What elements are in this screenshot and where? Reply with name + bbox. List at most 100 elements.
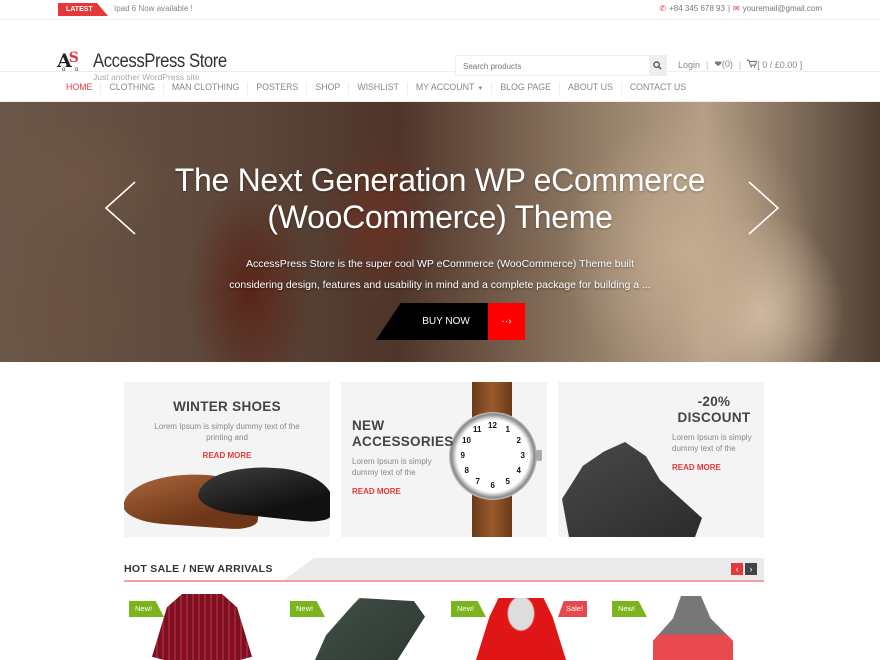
promo-banners: WINTER SHOES Lorem Ipsum is simply dummy… — [124, 382, 764, 537]
striped-blazer-image[interactable] — [152, 594, 252, 660]
read-more-link[interactable]: READ MORE — [124, 451, 330, 460]
email-icon: ✉ — [733, 4, 740, 13]
new-badge: New! — [612, 601, 647, 617]
slide-description-line: AccessPress Store is the super cool WP e… — [245, 258, 635, 270]
heading-bar — [284, 558, 764, 580]
separator: | — [738, 59, 742, 70]
nav-label: MY ACCOUNT — [415, 82, 475, 92]
new-badge: New! — [451, 601, 486, 617]
caret-down-icon: ▼ — [477, 86, 484, 92]
promo-title: NEW ACCESSORIES — [352, 418, 454, 450]
watch-numeral: 6 — [490, 481, 495, 490]
section-title: HOT SALE / NEW ARRIVALS — [124, 563, 273, 575]
nav-item-contact-us[interactable]: CONTACT US — [622, 82, 694, 95]
separator: | — [706, 59, 709, 70]
login-link[interactable]: Login — [678, 60, 700, 70]
nav-item-posters[interactable]: POSTERS — [248, 82, 308, 95]
site-title[interactable]: AccessPress Store — [93, 51, 227, 73]
sale-badge: Sale! — [558, 601, 587, 617]
new-badge: New! — [129, 601, 164, 617]
promo-text: Lorem Ipsum is simply dummy text of the … — [154, 422, 300, 442]
promo-title-line: ACCESSORIES — [352, 434, 454, 449]
watch-numeral: 3 — [520, 451, 525, 460]
contact-info: ✆ +84 345 678 93 | ✉ youremail@gmail.com — [659, 4, 822, 13]
nav-item-about-us[interactable]: ABOUT US — [560, 82, 622, 95]
watch-numeral: 12 — [488, 421, 497, 430]
latest-label: LATEST — [58, 3, 108, 16]
product-card[interactable]: New! — [285, 592, 435, 660]
read-more-link[interactable]: READ MORE — [672, 463, 764, 472]
hero-slider: The Next Generation WP eCommerce (WooCom… — [0, 102, 880, 362]
promo-title-line: NEW — [352, 418, 385, 433]
separator: | — [727, 4, 731, 13]
watch-numeral: 1 — [505, 425, 510, 435]
product-carousel: New! New! New! Sale! New! — [124, 592, 764, 660]
hot-sale-section-header: HOT SALE / NEW ARRIVALS ‹ › — [124, 558, 764, 582]
new-badge: New! — [290, 601, 325, 617]
watch-numeral: 8 — [464, 466, 469, 475]
watch-numeral: 5 — [505, 476, 510, 486]
watch-crown — [536, 450, 542, 461]
buy-now-label: BUY NOW — [376, 303, 488, 340]
watch-image: 12 1 2 3 4 5 6 7 8 9 10 11 — [449, 412, 537, 500]
nav-label: CONTACT US — [629, 82, 687, 92]
promo-text: Lorem Ipsum is simply dummy text of the — [672, 433, 752, 453]
top-bar: LATEST Ipad 6 Now available ! ✆ +84 345 … — [0, 0, 880, 20]
nav-item-shop[interactable]: SHOP — [307, 82, 350, 95]
denim-jeans-image[interactable] — [315, 598, 425, 660]
nav-label: WISHLIST — [357, 82, 399, 92]
user-links: Login | ❤(0) | [ 0 / £0.00 ] — [678, 59, 802, 70]
promo-text: Lorem Ipsum is simply dummy text of the — [352, 457, 432, 477]
product-card[interactable]: New! Sale! — [446, 592, 596, 660]
nav-label: ABOUT US — [568, 82, 613, 92]
nav-label: POSTERS — [256, 82, 299, 92]
slider-next-arrow-icon[interactable] — [746, 180, 780, 236]
promo-title-line: DISCOUNT — [677, 410, 751, 425]
nav-item-my-account[interactable]: MY ACCOUNT ▼ — [408, 82, 493, 95]
promo-card-winter-shoes[interactable]: WINTER SHOES Lorem Ipsum is simply dummy… — [124, 382, 330, 537]
slide-description: AccessPress Store is the super cool WP e… — [0, 254, 880, 296]
nav-label: BLOG PAGE — [500, 82, 551, 92]
heart-icon: ❤ — [714, 59, 722, 69]
news-ticker-link[interactable]: Ipad 6 Now available ! — [114, 4, 193, 13]
email-link[interactable]: youremail@gmail.com — [743, 4, 822, 13]
nav-item-home[interactable]: HOME — [58, 82, 102, 95]
cart-link[interactable]: [ 0 / £0.00 ] — [747, 59, 802, 70]
nav-label: HOME — [66, 82, 93, 92]
nav-label: CLOTHING — [109, 82, 155, 92]
watch-numeral: 4 — [516, 466, 521, 475]
promo-title: -20% DISCOUNT — [672, 394, 756, 426]
watch-numeral: 11 — [473, 425, 482, 435]
cart-summary: [ 0 / £0.00 ] — [757, 60, 803, 70]
slide-description-line: considering design, features and usabili… — [229, 279, 651, 291]
red-hoodie-image[interactable] — [476, 598, 566, 660]
product-card[interactable]: New! — [607, 592, 757, 660]
nav-item-man-clothing[interactable]: MAN CLOTHING — [164, 82, 249, 95]
promo-title: WINTER SHOES — [173, 399, 281, 414]
wishlist-count: (0) — [721, 59, 733, 69]
nav-item-wishlist[interactable]: WISHLIST — [349, 82, 408, 95]
watch-strap — [472, 494, 512, 537]
promo-card-new-accessories[interactable]: 12 1 2 3 4 5 6 7 8 9 10 11 NEW ACCESSORIES Lorem Ip… — [341, 382, 547, 537]
promo-card-discount[interactable]: -20% DISCOUNT Lorem Ipsum is simply dumm… — [558, 382, 764, 537]
watch-numeral: 9 — [460, 451, 465, 460]
phone-number: +84 345 678 93 — [669, 4, 725, 13]
carousel-prev-button[interactable]: ‹ — [731, 563, 743, 575]
grey-hoodie-image[interactable] — [653, 596, 733, 660]
search-icon — [653, 61, 662, 70]
watch-numeral: 10 — [462, 436, 471, 445]
nav-item-blog-page[interactable]: BLOG PAGE — [492, 82, 560, 95]
watch-numeral: 7 — [475, 476, 480, 486]
slider-prev-arrow-icon[interactable] — [104, 180, 138, 236]
product-card[interactable]: New! — [124, 592, 274, 660]
promo-title-line: -20% — [697, 394, 731, 409]
watch-numeral: 2 — [516, 436, 521, 445]
heading-underline — [124, 580, 764, 582]
wishlist-link[interactable]: ❤(0) — [714, 59, 733, 70]
buy-now-button[interactable]: BUY NOW ··› — [376, 303, 525, 340]
nav-item-clothing[interactable]: CLOTHING — [101, 82, 164, 95]
main-navigation: HOME CLOTHING MAN CLOTHING POSTERS SHOP … — [0, 72, 880, 102]
carousel-next-button[interactable]: › — [745, 563, 757, 575]
read-more-link[interactable]: READ MORE — [352, 487, 452, 496]
site-header: AS o o AccessPress Store Just another Wo… — [0, 20, 880, 82]
